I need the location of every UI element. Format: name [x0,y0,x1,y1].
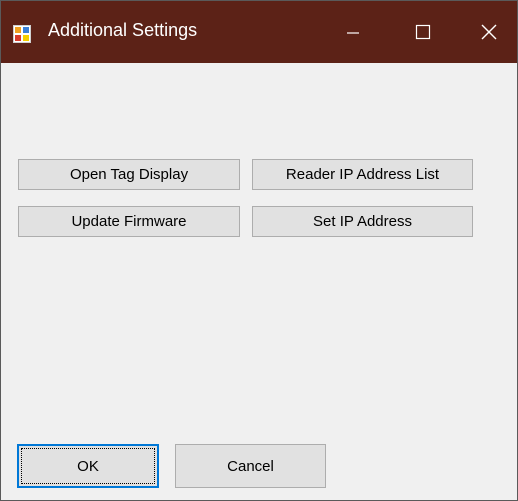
minimize-button[interactable] [321,1,385,63]
additional-settings-window: Additional Settings Open Tag Display Rea… [0,0,518,501]
ok-button[interactable]: OK [17,444,159,488]
app-icon [13,25,31,43]
reader-ip-address-list-button[interactable]: Reader IP Address List [252,159,473,190]
cancel-button[interactable]: Cancel [175,444,326,488]
maximize-icon [415,24,431,40]
title-bar[interactable]: Additional Settings [1,1,517,63]
close-icon [481,24,497,40]
close-button[interactable] [457,1,517,63]
update-firmware-button[interactable]: Update Firmware [18,206,240,237]
open-tag-display-button[interactable]: Open Tag Display [18,159,240,190]
minimize-icon [347,32,359,34]
window-title: Additional Settings [48,20,198,40]
maximize-button[interactable] [391,1,455,63]
dialog-content: Open Tag Display Reader IP Address List … [1,63,517,500]
ok-button-label: OK [77,457,99,475]
set-ip-address-button[interactable]: Set IP Address [252,206,473,237]
